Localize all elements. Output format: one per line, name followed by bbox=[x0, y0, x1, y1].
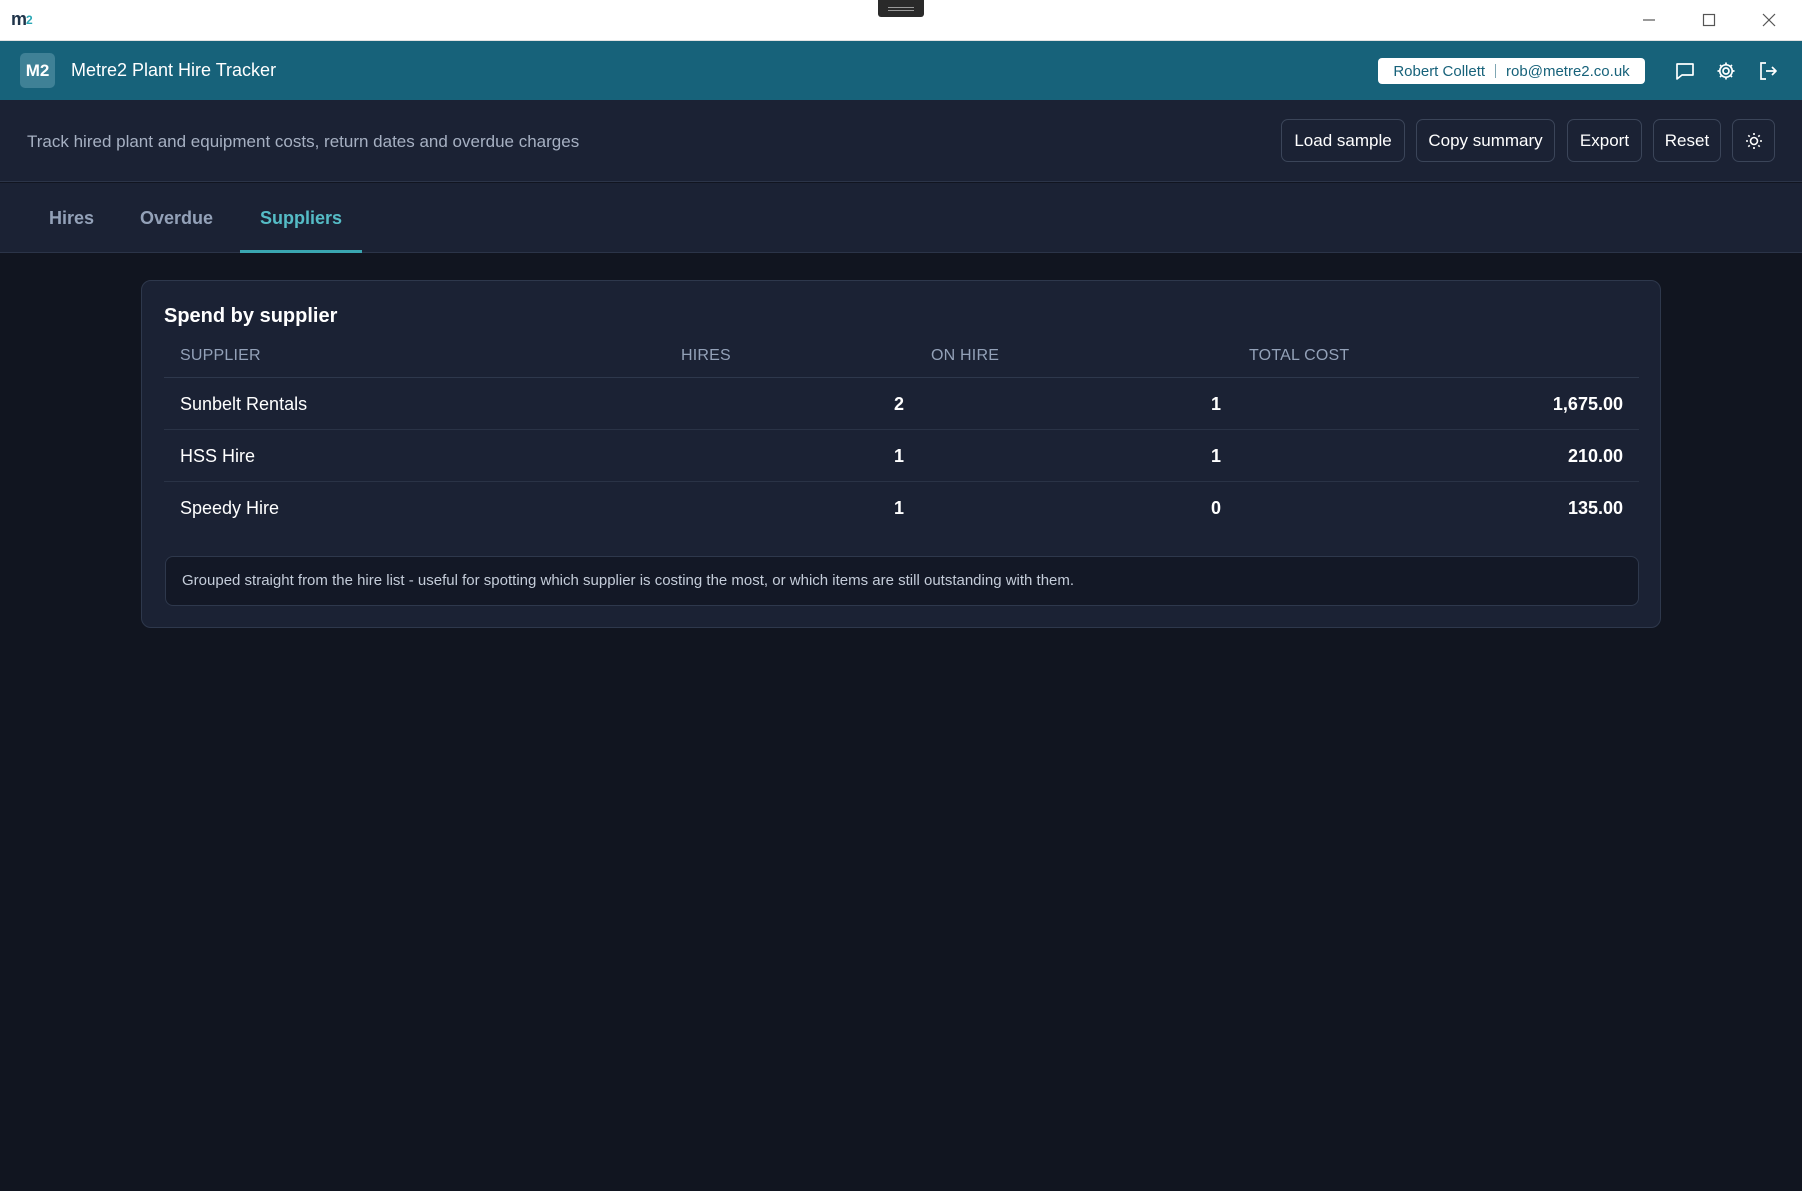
column-header-on-hire: ON HIRE bbox=[931, 347, 1000, 364]
app-header: M2 Metre2 Plant Hire Tracker Robert Coll… bbox=[0, 41, 1802, 100]
user-pill-divider bbox=[1495, 64, 1497, 78]
supplier-info-note: Grouped straight from the hire list - us… bbox=[165, 556, 1639, 606]
load-sample-button[interactable]: Load sample bbox=[1281, 119, 1405, 162]
user-email: rob@metre2.co.uk bbox=[1506, 62, 1630, 80]
hires-count: 2 bbox=[893, 394, 904, 414]
column-header-total-cost: TOTAL COST bbox=[1249, 347, 1350, 364]
on-hire-count: 1 bbox=[1210, 394, 1221, 414]
logout-icon bbox=[1760, 62, 1777, 80]
table-row: Speedy Hire 1 0 135.00 bbox=[164, 482, 1639, 534]
reset-button[interactable]: Reset bbox=[1653, 119, 1721, 162]
tab-hires[interactable]: Hires bbox=[29, 183, 114, 253]
column-header-hires: HIRES bbox=[681, 347, 731, 364]
table-row: HSS Hire 1 1 210.00 bbox=[164, 430, 1639, 482]
user-name: Robert Collett bbox=[1393, 62, 1486, 80]
minimize-button[interactable] bbox=[1624, 0, 1674, 40]
theme-toggle-button[interactable] bbox=[1732, 119, 1775, 162]
logout-button[interactable] bbox=[1755, 58, 1781, 84]
close-icon bbox=[1762, 13, 1776, 27]
window-titlebar: m2 bbox=[0, 0, 1802, 41]
total-cost: 135.00 bbox=[1567, 498, 1623, 518]
gear-icon bbox=[1717, 62, 1735, 80]
column-header-supplier: SUPPLIER bbox=[180, 347, 261, 364]
sun-icon bbox=[1745, 132, 1762, 149]
table-row: Sunbelt Rentals 2 1 1,675.00 bbox=[164, 378, 1639, 430]
on-hire-count: 1 bbox=[1210, 446, 1221, 466]
tab-overdue[interactable]: Overdue bbox=[120, 183, 233, 253]
user-account-pill[interactable]: Robert Collett rob@metre2.co.uk bbox=[1378, 58, 1645, 84]
copy-summary-button[interactable]: Copy summary bbox=[1416, 119, 1555, 162]
minimize-icon bbox=[1643, 19, 1655, 21]
toolbar: Track hired plant and equipment costs, r… bbox=[0, 100, 1802, 182]
total-cost: 1,675.00 bbox=[1552, 394, 1623, 414]
feedback-button[interactable] bbox=[1672, 58, 1698, 84]
app-badge: M2 bbox=[20, 53, 55, 88]
app-logo: m2 bbox=[11, 9, 33, 29]
tab-bar: Hires Overdue Suppliers bbox=[0, 183, 1802, 253]
spend-by-supplier-card: Spend by supplier SUPPLIER HIRES ON HIRE… bbox=[141, 280, 1661, 628]
maximize-button[interactable] bbox=[1684, 0, 1734, 40]
close-window-button[interactable] bbox=[1744, 0, 1794, 40]
export-button[interactable]: Export bbox=[1567, 119, 1642, 162]
tab-suppliers[interactable]: Suppliers bbox=[240, 183, 363, 253]
supplier-name: Sunbelt Rentals bbox=[180, 394, 308, 414]
card-title: Spend by supplier bbox=[164, 305, 338, 327]
supplier-name: Speedy Hire bbox=[180, 498, 280, 518]
hires-count: 1 bbox=[893, 498, 904, 518]
app-title: Metre2 Plant Hire Tracker bbox=[71, 60, 277, 80]
supplier-name: HSS Hire bbox=[180, 446, 256, 466]
chat-icon bbox=[1676, 63, 1694, 80]
on-hire-count: 0 bbox=[1210, 498, 1221, 518]
maximize-icon bbox=[1702, 13, 1716, 27]
hires-count: 1 bbox=[893, 446, 904, 466]
window-drag-handle[interactable] bbox=[878, 0, 924, 17]
total-cost: 210.00 bbox=[1567, 446, 1623, 466]
table-header: SUPPLIER HIRES ON HIRE TOTAL COST bbox=[164, 335, 1639, 378]
settings-button[interactable] bbox=[1713, 58, 1739, 84]
page-description: Track hired plant and equipment costs, r… bbox=[27, 132, 580, 151]
